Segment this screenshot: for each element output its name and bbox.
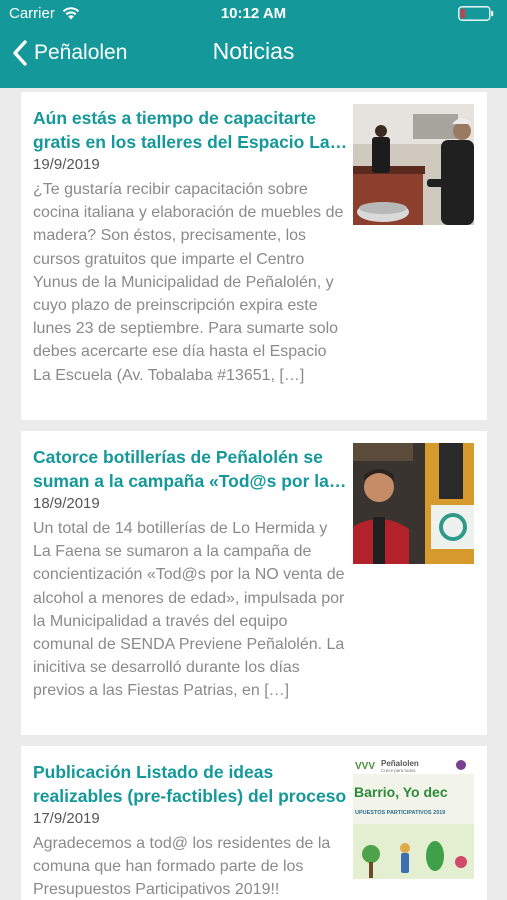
poster-headline: Barrio, Yo dec — [354, 784, 448, 800]
battery-icon — [458, 6, 494, 21]
news-title-line: Catorce botillerías de Peñalolén se — [33, 447, 323, 467]
news-card[interactable]: Publicación Listado de ideas realizables… — [21, 746, 487, 900]
news-card[interactable]: Catorce botillerías de Peñalolén se suma… — [21, 431, 487, 735]
poster-logo: Peñalolen — [381, 759, 419, 768]
news-title[interactable]: Catorce botillerías de Peñalolén se suma… — [33, 445, 348, 493]
news-date: 19/9/2019 — [33, 156, 100, 173]
news-title[interactable]: Publicación Listado de ideas realizables… — [33, 760, 348, 808]
news-card-text: Catorce botillerías de Peñalolén se suma… — [33, 445, 348, 729]
status-bar: Carrier 10:12 AM — [0, 0, 507, 28]
news-card-text: Publicación Listado de ideas realizables… — [33, 760, 348, 900]
navigation-bar: Peñalolen Noticias — [0, 28, 507, 88]
participatory-budget-poster: VVV Peñalolen Crece para todos Barrio, Y… — [353, 758, 474, 879]
news-title[interactable]: Aún estás a tiempo de capacitarte gratis… — [33, 106, 348, 154]
page-title: Noticias — [212, 38, 295, 64]
poster-subline: UPUESTOS PARTICIPATIVOS 2019 — [355, 810, 445, 816]
svg-text:VVV: VVV — [355, 761, 375, 772]
news-list[interactable]: Aún estás a tiempo de capacitarte gratis… — [0, 88, 507, 900]
kitchen-workshop-photo — [353, 104, 474, 225]
news-title-line: Publicación Listado de ideas — [33, 762, 274, 782]
poster-tagline: Crece para todos — [381, 768, 416, 773]
news-title-line: gratis en los talleres del Espacio La Es… — [33, 132, 348, 152]
news-card[interactable]: Aún estás a tiempo de capacitarte gratis… — [21, 92, 487, 420]
news-excerpt: ¿Te gustaría recibir capacitación sobre … — [33, 181, 344, 384]
news-thumbnail[interactable] — [353, 104, 474, 225]
news-card-text: Aún estás a tiempo de capacitarte gratis… — [33, 106, 348, 414]
liquor-store-owner-photo — [353, 443, 474, 564]
news-excerpt: Agradecemos a tod@ los residentes de la … — [33, 835, 331, 899]
news-excerpt: Un total de 14 botillerías de Lo Hermida… — [33, 520, 345, 700]
news-thumbnail[interactable]: VVV Peñalolen Crece para todos Barrio, Y… — [353, 758, 474, 879]
news-title-line: Aún estás a tiempo de capacitarte — [33, 108, 317, 128]
status-time: 10:12 AM — [220, 5, 287, 22]
news-thumbnail[interactable] — [353, 443, 474, 564]
app-header: Carrier 10:12 AM Peñalolen Noticias — [0, 0, 507, 88]
news-date: 17/9/2019 — [33, 810, 100, 827]
news-title-line: suman a la campaña «Tod@s por la NO vent… — [33, 471, 348, 491]
news-date: 18/9/2019 — [33, 495, 100, 512]
news-title-line: realizables (pre-factibles) del proceso — [33, 786, 347, 806]
